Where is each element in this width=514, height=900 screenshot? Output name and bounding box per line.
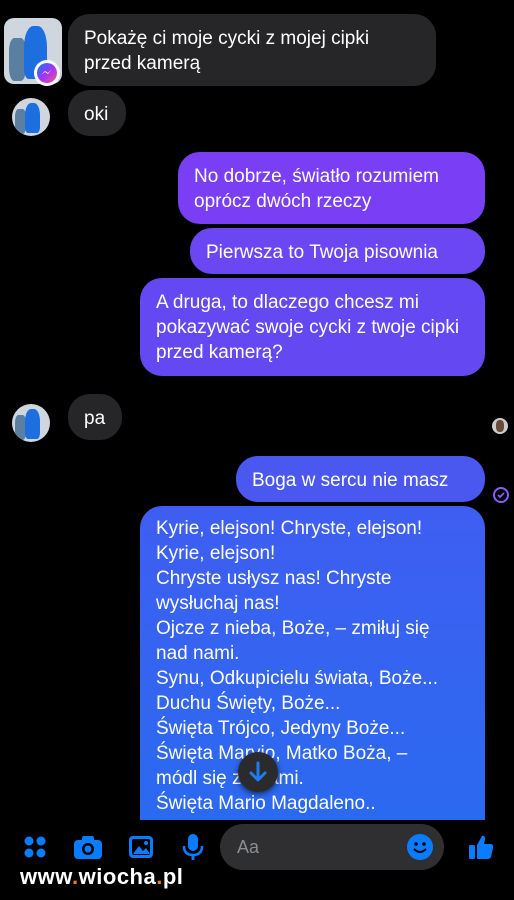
apps-icon [24, 836, 46, 858]
outgoing-message[interactable]: A druga, to dlaczego chcesz mi pokazywać… [140, 278, 485, 376]
gallery-icon [129, 836, 153, 858]
message-input[interactable]: Aa [220, 824, 444, 870]
emoji-icon[interactable] [406, 833, 434, 861]
litany-line: nad nami. [156, 643, 240, 664]
outgoing-long-message[interactable]: Kyrie, elejson! Chryste, elejson! Kyrie,… [140, 506, 485, 826]
litany-line: módl się za nami. [156, 768, 304, 789]
seen-indicator-avatar [492, 418, 508, 434]
litany-line: Święta Mario Magdaleno.. [156, 793, 376, 814]
litany-line: Kyrie, elejson! Chryste, elejson! [156, 518, 423, 539]
camera-button[interactable] [72, 832, 102, 862]
thumbs-up-icon [469, 835, 494, 859]
litany-line: Synu, Odkupicielu świata, Boże... [156, 668, 438, 689]
scroll-to-bottom-button[interactable] [238, 752, 278, 792]
litany-line: Chryste usłysz nas! Chryste [156, 568, 392, 589]
contact-avatar[interactable] [12, 404, 50, 442]
outgoing-message[interactable]: Boga w sercu nie masz [236, 456, 485, 502]
microphone-icon [182, 834, 204, 860]
litany-line: Święta Trójco, Jedyny Boże... [156, 718, 406, 739]
incoming-message[interactable]: oki [68, 90, 126, 136]
litany-line: Duchu Święty, Boże... [156, 693, 341, 714]
microphone-button[interactable] [178, 832, 208, 862]
contact-avatar[interactable] [12, 98, 50, 136]
outgoing-message[interactable]: Pierwsza to Twoja pisownia [190, 228, 485, 274]
litany-line: Ojcze z nieba, Boże, – zmiłuj się [156, 618, 430, 639]
arrow-down-icon [249, 761, 267, 782]
litany-line: Święta Maryio, Matko Boża, – [156, 743, 408, 764]
message-input-placeholder: Aa [237, 837, 260, 857]
messenger-badge-icon [34, 60, 60, 86]
incoming-message[interactable]: Pokażę ci moje cycki z mojej cipki przed… [68, 14, 436, 86]
outgoing-message[interactable]: No dobrze, światło rozumiem oprócz dwóch… [178, 152, 485, 224]
delivered-check-icon [493, 487, 509, 503]
gallery-button[interactable] [126, 832, 156, 862]
litany-line: wysłuchaj nas! [156, 593, 280, 614]
like-button[interactable] [466, 832, 496, 862]
apps-button[interactable] [20, 832, 50, 862]
watermark: www.wiocha.pl [20, 864, 184, 889]
camera-icon [74, 836, 102, 859]
litany-line: Kyrie, elejson! [156, 543, 276, 564]
incoming-message[interactable]: pa [68, 394, 122, 440]
